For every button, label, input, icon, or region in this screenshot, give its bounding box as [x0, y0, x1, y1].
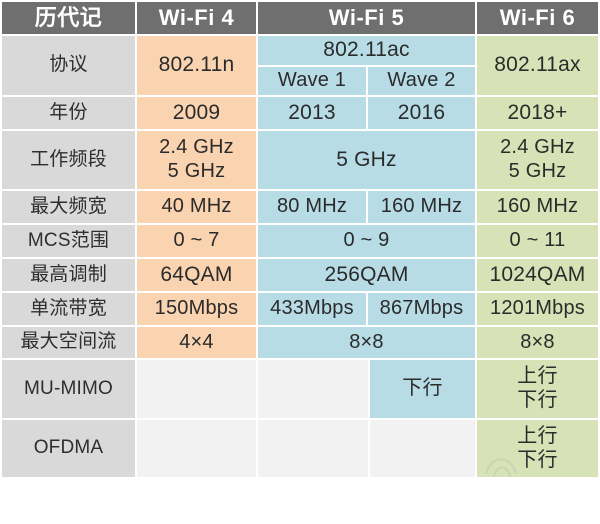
cell-max-spatial-streams-wifi6: 8×8 — [477, 327, 598, 358]
header-wifi6: Wi-Fi 6 — [477, 2, 598, 34]
cell-max-modulation-wifi4: 64QAM — [137, 259, 256, 291]
cell-single-stream-bandwidth-wifi5-wave2: 867Mbps — [368, 293, 475, 325]
cell-single-stream-bandwidth-wifi6: 1201Mbps — [477, 293, 598, 325]
cell-max-bandwidth-wifi6: 160 MHz — [477, 191, 598, 223]
cell-year-wifi6: 2018+ — [477, 97, 598, 129]
cell-max-spatial-streams-wifi4: 4×4 — [137, 327, 256, 358]
cell-mcs-range-wifi6: 0 ~ 11 — [477, 225, 598, 257]
cell-frequency-band-wifi5: 5 GHz — [258, 131, 475, 189]
cell-mu-mimo-wifi6: 上行 下行 — [477, 360, 598, 418]
cell-ofdma-wifi5-wave2 — [370, 420, 475, 477]
cell-mu-mimo-wifi5-wave2: 下行 — [370, 360, 475, 418]
cell-mcs-range-wifi4: 0 ~ 7 — [137, 225, 256, 257]
header-wifi4: Wi-Fi 4 — [137, 2, 256, 34]
cell-single-stream-bandwidth-wifi4: 150Mbps — [137, 293, 256, 325]
row-label-single-stream-bandwidth: 单流带宽 — [2, 293, 135, 325]
cell-max-bandwidth-wifi5-wave1: 80 MHz — [258, 191, 366, 223]
cell-mu-mimo-wifi4 — [137, 360, 256, 418]
cell-year-wifi4: 2009 — [137, 97, 256, 129]
cell-frequency-band-wifi6: 2.4 GHz 5 GHz — [477, 131, 598, 189]
row-label-mu-mimo: MU-MIMO — [2, 360, 135, 418]
cell-max-modulation-wifi5: 256QAM — [258, 259, 475, 291]
cell-frequency-band-wifi6-line1: 2.4 GHz — [500, 136, 575, 159]
cell-frequency-band-wifi4: 2.4 GHz 5 GHz — [137, 131, 256, 189]
cell-mcs-range-wifi5: 0 ~ 9 — [258, 225, 475, 257]
cell-protocol-wifi6: 802.11ax — [477, 36, 598, 95]
cell-max-modulation-wifi6: 1024QAM — [477, 259, 598, 291]
row-label-protocol: 协议 — [2, 36, 135, 95]
row-label-max-modulation: 最高调制 — [2, 259, 135, 291]
header-label-column: 历代记 — [2, 2, 135, 34]
cell-protocol-wifi5: 802.11ac — [258, 36, 475, 65]
cell-max-bandwidth-wifi4: 40 MHz — [137, 191, 256, 223]
row-label-max-spatial-streams: 最大空间流 — [2, 327, 135, 358]
header-wifi5: Wi-Fi 5 — [258, 2, 475, 34]
cell-protocol-wifi4: 802.11n — [137, 36, 256, 95]
row-label-mcs-range: MCS范围 — [2, 225, 135, 257]
row-label-ofdma: OFDMA — [2, 420, 135, 477]
cell-frequency-band-wifi6-line2: 5 GHz — [508, 160, 567, 182]
row-label-frequency-band: 工作频段 — [2, 131, 135, 189]
cell-single-stream-bandwidth-wifi5-wave1: 433Mbps — [258, 293, 366, 325]
cell-protocol-wifi5-wave2: Wave 2 — [368, 67, 475, 95]
cell-mu-mimo-wifi6-line1: 上行 — [517, 365, 558, 388]
cell-ofdma-wifi4 — [137, 420, 256, 477]
cell-year-wifi5-wave1: 2013 — [258, 97, 366, 129]
cell-ofdma-wifi6: 上行 下行 — [477, 420, 598, 477]
cell-ofdma-wifi5-wave1 — [258, 420, 368, 477]
cell-protocol-wifi5-wave1: Wave 1 — [258, 67, 366, 95]
cell-frequency-band-wifi4-line2: 5 GHz — [167, 160, 226, 182]
cell-ofdma-wifi6-line2: 下行 — [517, 448, 558, 471]
cell-mu-mimo-wifi5-wave1 — [258, 360, 368, 418]
cell-year-wifi5-wave2: 2016 — [368, 97, 475, 129]
cell-max-spatial-streams-wifi5: 8×8 — [258, 327, 475, 358]
wifi-generation-comparison-table: 历代记 Wi-Fi 4 Wi-Fi 5 Wi-Fi 6 协议 802.11n 8… — [0, 0, 600, 479]
cell-frequency-band-wifi4-line1: 2.4 GHz — [159, 136, 234, 159]
row-label-year: 年份 — [2, 97, 135, 129]
cell-mu-mimo-wifi6-line2: 下行 — [517, 389, 558, 411]
cell-ofdma-wifi6-line1: 上行 — [517, 424, 558, 447]
cell-max-bandwidth-wifi5-wave2: 160 MHz — [368, 191, 475, 223]
row-label-max-bandwidth: 最大频宽 — [2, 191, 135, 223]
